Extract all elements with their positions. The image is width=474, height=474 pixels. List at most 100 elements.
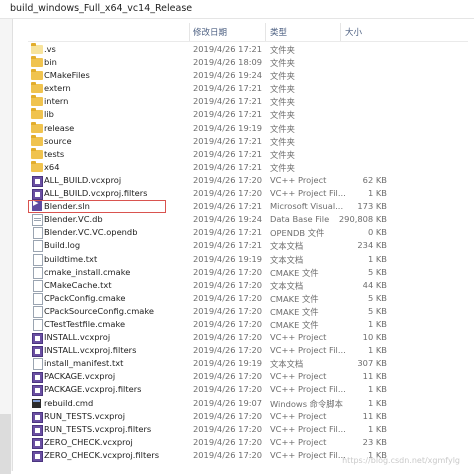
file-row[interactable]: rebuild.cmd 2019/4/26 19:07 Windows 命令脚本 1 … [0,397,474,410]
file-type: VC++ Project [270,371,327,382]
file-name-cell[interactable]: ZERO_CHECK.vcxproj.filters [28,449,166,462]
file-row[interactable]: INSTALL.vcxproj.filters 2019/4/26 17:20 VC… [0,344,474,358]
file-row[interactable]: ZERO_CHECK.vcxproj 2019/4/26 17:20 VC++ Pr… [0,436,474,449]
file-name: INSTALL.vcxproj.filters [44,345,137,356]
vcxproj-icon [31,346,43,358]
file-name-cell[interactable]: .vs [28,43,166,56]
file-row[interactable]: INSTALL.vcxproj 2019/4/26 17:20 VC++ Proje… [0,331,474,345]
column-size[interactable]: 大小 [345,26,362,38]
file-row[interactable]: lib 2019/4/26 17:21 文件夹 [0,108,474,121]
file-row[interactable]: CMakeFiles 2019/4/26 19:24 文件夹 [0,69,474,82]
file-name: release [44,122,75,133]
file-name: ALL_BUILD.vcxproj [44,174,122,185]
watermark: https://blog.csdn.net/xgmfylg [342,456,460,465]
file-name-cell[interactable]: ZERO_CHECK.vcxproj [28,436,166,449]
file-row[interactable]: Build.log 2019/4/26 17:21 文本文档 234 KB [0,239,474,253]
file-name-cell[interactable]: lib [28,108,166,121]
file-row[interactable]: RUN_TESTS.vcxproj 2019/4/26 17:20 VC++ Pro… [0,410,474,423]
file-size: 10 KB [362,332,387,343]
file-name-cell[interactable]: CPackConfig.cmake [28,292,166,305]
column-divider[interactable] [265,23,266,41]
file-row[interactable]: Blender.VC.db 2019/4/26 19:24 Data Base Fi… [0,213,474,227]
file-row[interactable]: ALL_BUILD.vcxproj 2019/4/26 17:20 VC++ Pro… [0,174,474,187]
column-date[interactable]: 修改日期 [193,26,227,38]
file-name-cell[interactable]: buildtime.txt [28,253,166,266]
file-row[interactable]: release 2019/4/26 19:19 文件夹 [0,121,474,135]
file-name-cell[interactable]: CTestTestfile.cmake [28,318,166,331]
column-type[interactable]: 类型 [270,26,287,38]
file-name-cell[interactable]: source [28,134,166,148]
file-row[interactable]: RUN_TESTS.vcxproj.filters 2019/4/26 17:20… [0,423,474,436]
file-row[interactable]: bin 2019/4/26 18:09 文件夹 [0,56,474,69]
address-bar[interactable]: build_windows_Full_x64_vc14_Release [0,0,474,19]
file-name: lib [44,109,54,120]
file-name-cell[interactable]: extern [28,82,166,95]
file-date: 2019/4/26 17:21 [193,148,263,159]
file-row[interactable]: x64 2019/4/26 17:21 文件夹 [0,160,474,174]
file-row[interactable]: cmake_install.cmake 2019/4/26 17:20 CMAKE … [0,266,474,279]
file-type: Microsoft Visual... [270,201,344,212]
file-type: 文件夹 [270,84,295,95]
file-name-cell[interactable]: CMakeCache.txt [28,279,166,292]
file-row[interactable]: ALL_BUILD.vcxproj.filters 2019/4/26 17:20… [0,187,474,201]
file-size: 44 KB [362,279,387,290]
column-divider[interactable] [189,23,190,41]
file-size: 62 KB [362,174,387,185]
file-name-cell[interactable]: release [28,121,166,135]
file-name-cell[interactable]: CPackSourceConfig.cmake [28,305,166,318]
folder-light-icon [31,43,43,54]
file-name-cell[interactable]: INSTALL.vcxproj.filters [28,344,166,358]
file-name-cell[interactable]: Blender.VC.db [28,213,166,227]
file-row[interactable]: CPackConfig.cmake 2019/4/26 17:20 CMAKE 文件… [0,292,474,305]
file-name-cell[interactable]: Build.log [28,239,166,253]
file-row[interactable]: tests 2019/4/26 17:21 文件夹 [0,147,474,161]
file-row[interactable]: intern 2019/4/26 17:21 文件夹 [0,95,474,108]
file-name-cell[interactable]: ALL_BUILD.vcxproj.filters [28,187,166,201]
file-type: CMAKE 文件 [270,319,319,330]
vcxproj-icon [31,411,43,423]
file-row[interactable]: install_manifest.txt 2019/4/26 19:19 文本文档 3… [0,357,474,371]
file-row[interactable]: CPackSourceConfig.cmake 2019/4/26 17:20 CM… [0,305,474,318]
file-name-cell[interactable]: cmake_install.cmake [28,266,166,279]
file-row[interactable]: .vs 2019/4/26 17:21 文件夹 [0,43,474,56]
vcxproj-icon [31,450,43,462]
file-row[interactable]: CMakeCache.txt 2019/4/26 17:20 文本文档 44 KB [0,279,474,292]
file-size: 23 KB [362,436,387,447]
file-name-cell[interactable]: RUN_TESTS.vcxproj [28,410,166,423]
file-name: CTestTestfile.cmake [44,318,126,329]
file-name: RUN_TESTS.vcxproj [44,410,125,421]
file-icon [31,279,43,292]
file-row[interactable]: source 2019/4/26 17:21 文件夹 [0,134,474,148]
file-name-cell[interactable]: Blender.sln [28,199,166,214]
file-name-cell[interactable]: RUN_TESTS.vcxproj.filters [28,423,166,436]
file-name-cell[interactable]: ALL_BUILD.vcxproj [28,174,166,187]
file-row[interactable]: buildtime.txt 2019/4/26 19:19 文本文档 1 KB [0,253,474,266]
file-row[interactable]: Blender.sln 2019/4/26 17:21 Microsoft Visu… [0,199,474,214]
file-name-cell[interactable]: tests [28,147,166,161]
file-name-cell[interactable]: x64 [28,160,166,174]
file-name: intern [44,96,69,107]
file-name-cell[interactable]: rebuild.cmd [28,397,166,410]
column-divider[interactable] [340,23,341,41]
file-name-cell[interactable]: bin [28,56,166,69]
file-name-cell[interactable]: PACKAGE.vcxproj [28,370,166,384]
file-name: cmake_install.cmake [44,266,131,277]
file-name-cell[interactable]: Blender.VC.VC.opendb [28,226,166,240]
file-date: 2019/4/26 17:20 [193,318,263,329]
file-row[interactable]: Blender.VC.VC.opendb 2019/4/26 17:21 OPEND… [0,226,474,240]
file-name: CMakeFiles [44,70,90,81]
file-row[interactable]: CTestTestfile.cmake 2019/4/26 17:20 CMAKE … [0,318,474,331]
file-name-cell[interactable]: intern [28,95,166,108]
column-header: 修改日期 类型 大小 [28,23,468,42]
file-name: Blender.sln [44,201,90,212]
file-size: 1 KB [367,423,387,434]
file-name-cell[interactable]: INSTALL.vcxproj [28,331,166,345]
file-date: 2019/4/26 19:19 [193,358,263,369]
file-icon [31,292,43,305]
file-name-cell[interactable]: PACKAGE.vcxproj.filters [28,383,166,397]
file-row[interactable]: PACKAGE.vcxproj 2019/4/26 17:20 VC++ Proje… [0,370,474,384]
file-name-cell[interactable]: install_manifest.txt [28,357,166,371]
file-row[interactable]: extern 2019/4/26 17:21 文件夹 [0,82,474,95]
file-row[interactable]: PACKAGE.vcxproj.filters 2019/4/26 17:20 VC… [0,383,474,397]
file-name-cell[interactable]: CMakeFiles [28,69,166,82]
